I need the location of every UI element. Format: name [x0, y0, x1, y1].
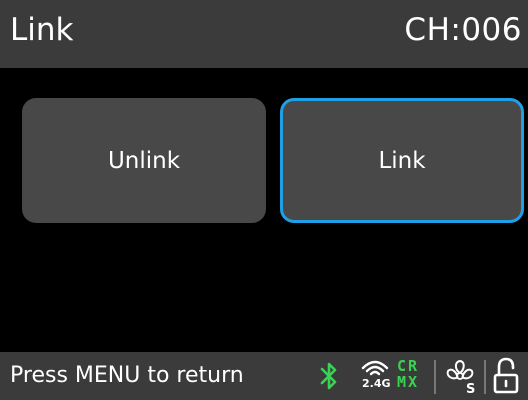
link-screen: Link CH:006 Unlink Link Press MENU to re… — [0, 0, 528, 400]
footer-bar: Press MENU to return 2.4G CR MX S — [0, 352, 528, 400]
unlocked-padlock-icon — [491, 352, 521, 400]
header-bar: Link CH:006 — [0, 0, 528, 68]
bluetooth-icon — [318, 352, 342, 400]
page-title: Link — [10, 12, 74, 48]
fan-mode-label: S — [466, 382, 475, 397]
link-button[interactable]: Link — [280, 98, 524, 223]
channel-indicator: CH:006 — [404, 12, 522, 48]
unlink-button-label: Unlink — [107, 147, 181, 174]
return-hint: Press MENU to return — [10, 363, 244, 388]
status-separator — [484, 360, 486, 394]
crmx-label-bottom: MX — [397, 373, 420, 391]
link-button-label: Link — [378, 147, 426, 174]
wireless-band-label: 2.4G — [362, 377, 391, 390]
fan-icon: S — [440, 352, 480, 400]
status-separator — [434, 360, 436, 394]
unlink-button[interactable]: Unlink — [22, 98, 266, 223]
crmx-label-top: CR — [397, 357, 420, 375]
